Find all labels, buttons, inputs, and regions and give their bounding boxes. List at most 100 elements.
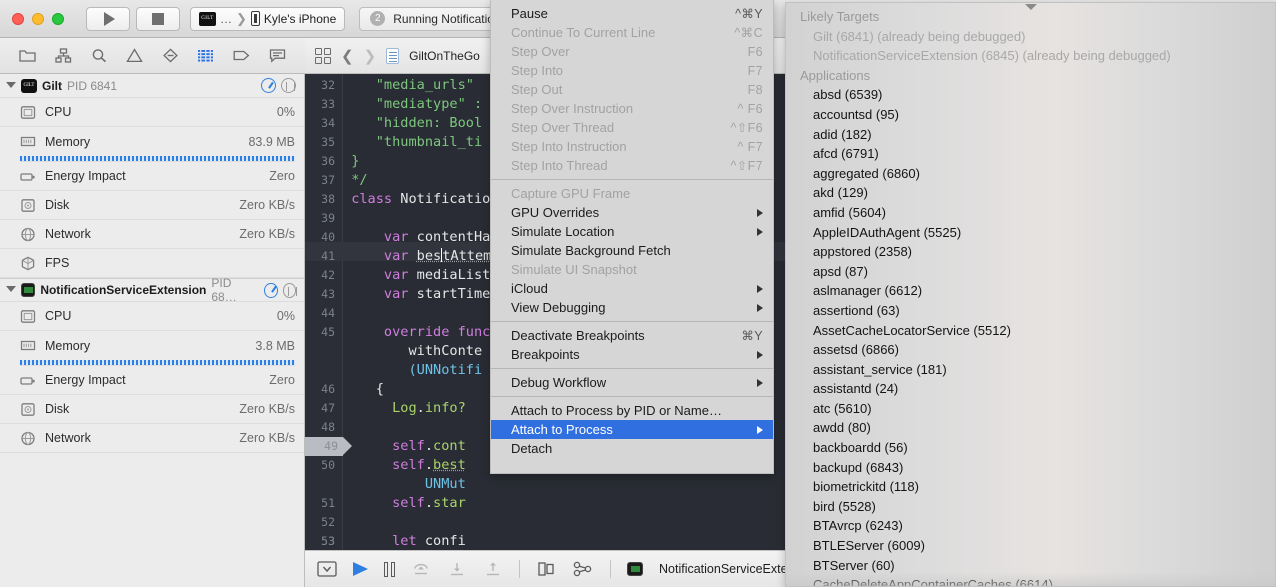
step-out-icon[interactable] [483,561,503,577]
gauge-row-disk[interactable]: Disk Zero KB/s [0,191,304,220]
submenu-item[interactable]: apsd (87) [786,262,1275,282]
pause-icon[interactable] [384,561,395,577]
menu-item-deactivate-breakpoints[interactable]: Deactivate Breakpoints ⌘Y [491,326,773,345]
submenu-item[interactable]: afcd (6791) [786,144,1275,164]
submenu-item[interactable]: BTServer (60) [786,556,1275,576]
run-button[interactable] [86,6,130,31]
menu-item-step-over[interactable]: Step Over F6 [491,42,773,61]
submenu-item[interactable]: assistantd (24) [786,379,1275,399]
gauge-row-energy[interactable]: Energy Impact Zero [0,366,304,395]
view-debug-icon[interactable] [264,282,278,298]
gauge-row-cpu[interactable]: CPU 0% [0,98,304,127]
back-arrow-icon[interactable]: ❮ [341,47,354,65]
submenu-item[interactable]: aslmanager (6612) [786,281,1275,301]
submenu-item[interactable]: assetsd (6866) [786,340,1275,360]
submenu-item[interactable]: aggregated (6860) [786,164,1275,184]
breakpoint-marker-disabled[interactable]: 49 [305,437,352,456]
diamond-minus-icon[interactable] [162,48,179,63]
submenu-item[interactable]: backboardd (56) [786,438,1275,458]
zoom-button[interactable] [52,12,64,25]
folder-icon[interactable] [19,48,36,63]
menu-item-step-over-instruction[interactable]: Step Over Instruction ^ F6 [491,99,773,118]
menu-item-step-into-instruction[interactable]: Step Into Instruction ^ F7 [491,137,773,156]
menu-item-step-into[interactable]: Step Into F7 [491,61,773,80]
gauge-row-cpu[interactable]: CPU 0% [0,302,304,331]
gauge-row-network[interactable]: Network Zero KB/s [0,220,304,249]
menu-item-attach-to-process-by-pid[interactable]: Attach to Process by PID or Name… [491,401,773,420]
menu-item-view-debugging[interactable]: View Debugging [491,298,773,317]
submenu-item[interactable]: akd (129) [786,183,1275,203]
menu-item-debug-workflow[interactable]: Debug Workflow [491,373,773,392]
submenu-item[interactable]: NotificationServiceExtension (6845) (alr… [786,46,1275,66]
submenu-item[interactable]: biometrickitd (118) [786,477,1275,497]
stop-button[interactable] [136,6,180,31]
memory-graph-icon[interactable] [282,282,298,298]
submenu-item[interactable]: BTLEServer (6009) [786,536,1275,556]
submenu-item[interactable]: amfid (5604) [786,203,1275,223]
menu-item-continue-to-current-line[interactable]: Continue To Current Line ^⌘C [491,23,773,42]
view-debug-icon[interactable] [261,78,276,93]
breakpoint-flag-icon[interactable] [353,562,368,576]
step-over-icon[interactable] [411,561,431,577]
submenu-item[interactable]: appstored (2358) [786,242,1275,262]
submenu-item[interactable]: assistant_service (181) [786,360,1275,380]
submenu-item[interactable]: AppleIDAuthAgent (5525) [786,223,1275,243]
menu-item-step-into-thread[interactable]: Step Into Thread ^⇧F7 [491,156,773,175]
gauge-row-disk[interactable]: Disk Zero KB/s [0,395,304,424]
gauge-row-memory[interactable]: Memory 3.8 MB [0,331,304,360]
process-header-notificationserviceextension[interactable]: NotificationServiceExtension PID 68… [0,276,304,304]
warning-icon[interactable] [126,48,143,63]
gauge-row-fps[interactable]: FPS [0,249,304,278]
submenu-item[interactable]: absd (6539) [786,85,1275,105]
menu-item-attach-to-process[interactable]: Attach to Process [491,420,773,439]
menu-item-capture-gpu-frame[interactable]: Capture GPU Frame [491,184,773,203]
tag-icon[interactable] [233,48,250,63]
submenu-item[interactable]: atc (5610) [786,399,1275,419]
gauge-row-memory[interactable]: Memory 83.9 MB [0,127,304,156]
forward-arrow-icon[interactable]: ❯ [364,47,377,65]
debug-gauge-icon[interactable] [197,48,214,63]
step-into-icon[interactable] [447,561,467,577]
scroll-up-arrow-icon[interactable] [1024,4,1037,10]
menu-item-step-out[interactable]: Step Out F8 [491,80,773,99]
menu-item-gpu-overrides[interactable]: GPU Overrides [491,203,773,222]
submenu-item[interactable]: assertiond (63) [786,301,1275,321]
breadcrumb-project[interactable]: GiltOnTheGo [409,49,480,63]
menu-item-icloud[interactable]: iCloud [491,279,773,298]
menu-item-detach[interactable]: Detach [491,439,773,458]
disclosure-triangle-icon[interactable] [6,81,16,92]
submenu-item[interactable]: awdd (80) [786,418,1275,438]
menu-item-simulate-location[interactable]: Simulate Location [491,222,773,241]
menu-item-simulate-ui-snapshot[interactable]: Simulate UI Snapshot [491,260,773,279]
menu-item-simulate-background-fetch[interactable]: Simulate Background Fetch [491,241,773,260]
menu-item-step-over-thread[interactable]: Step Over Thread ^⇧F6 [491,118,773,137]
menu-item-breakpoints[interactable]: Breakpoints [491,345,773,364]
search-icon[interactable] [91,48,108,63]
process-header-gilt[interactable]: GILT Gilt PID 6841 [0,74,304,98]
submenu-item[interactable]: accountsd (95) [786,105,1275,125]
memory-graph-icon[interactable] [572,561,594,577]
scheme-device-selector[interactable]: GILT … ❯ Kyle's iPhone [190,6,346,31]
debug-menu[interactable]: Pause ^⌘Y Continue To Current Line ^⌘C Ste… [490,0,774,474]
close-button[interactable] [12,12,24,25]
speech-bubble-icon[interactable] [269,48,286,63]
menu-item-pause[interactable]: Pause ^⌘Y [491,4,773,23]
submenu-item[interactable]: AssetCacheLocatorService (5512) [786,321,1275,341]
gauge-row-energy[interactable]: Energy Impact Zero [0,162,304,191]
hierarchy-icon[interactable] [55,48,72,63]
attach-to-process-submenu[interactable]: Likely Targets Gilt (6841) (already bein… [785,2,1276,587]
gauge-row-network[interactable]: Network Zero KB/s [0,424,304,453]
view-hierarchy-icon[interactable] [536,561,556,577]
submenu-item[interactable]: BTAvrcp (6243) [786,516,1275,536]
submenu-item[interactable]: CacheDeleteAppContainerCaches (6614) [786,575,1275,586]
memory-graph-icon[interactable] [281,78,296,93]
disclosure-triangle-icon[interactable] [6,286,16,296]
minimize-button[interactable] [32,12,44,25]
related-items-icon[interactable] [315,47,331,64]
hide-debug-icon[interactable] [317,561,337,577]
submenu-item[interactable]: Gilt (6841) (already being debugged) [786,27,1275,47]
submenu-item[interactable]: backupd (6843) [786,458,1275,478]
debug-navigator[interactable]: GILT Gilt PID 6841 CPU 0% Memory 83.9 MB… [0,74,305,587]
submenu-item[interactable]: bird (5528) [786,497,1275,517]
submenu-item[interactable]: adid (182) [786,125,1275,145]
